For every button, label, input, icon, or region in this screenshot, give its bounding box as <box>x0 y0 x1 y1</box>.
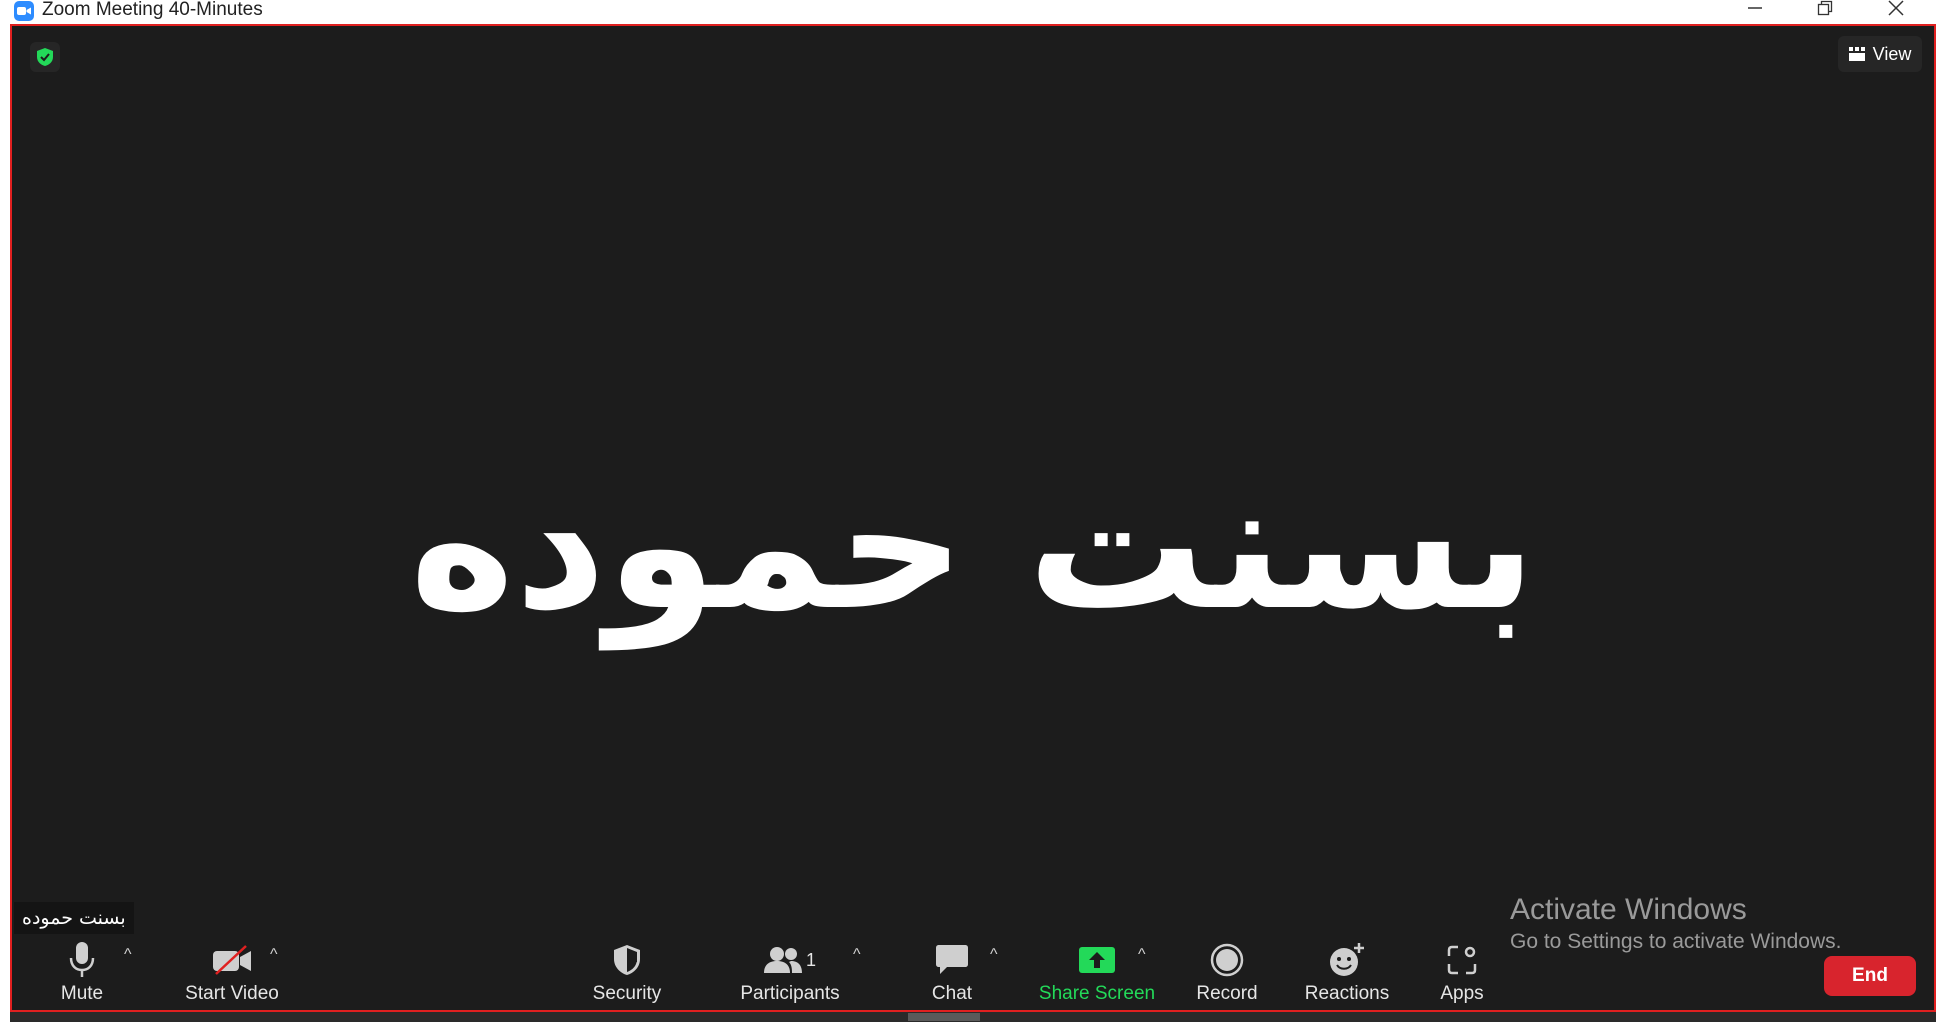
shield-icon <box>614 945 640 975</box>
microphone-icon <box>69 942 95 977</box>
participants-icon <box>763 947 802 973</box>
view-label: View <box>1872 43 1912 64</box>
chat-bubble-icon <box>936 945 968 974</box>
participants-count: 1 <box>805 949 816 970</box>
zoom-app-icon <box>14 1 34 21</box>
record-label: Record <box>1196 983 1258 1004</box>
chat-options-chevron-icon[interactable]: ^ <box>990 946 998 964</box>
reactions-label: Reactions <box>1304 983 1390 1004</box>
participants-button[interactable]: 1 Participants <box>730 940 850 1010</box>
apps-icon <box>1447 945 1477 975</box>
mute-button[interactable]: Mute <box>42 940 122 1010</box>
encryption-shield-icon[interactable] <box>30 42 60 72</box>
share-screen-icon <box>1079 947 1115 973</box>
chat-label: Chat <box>931 983 973 1004</box>
apps-label: Apps <box>1440 983 1484 1004</box>
title-bar: Zoom Meeting 40-Minutes <box>0 0 1942 24</box>
participants-options-chevron-icon[interactable]: ^ <box>853 946 861 964</box>
participant-display-name: بسنت حموده <box>409 442 1537 649</box>
mute-label: Mute <box>60 983 104 1004</box>
security-button[interactable]: Security <box>582 940 672 1010</box>
share-screen-label: Share Screen <box>1038 983 1156 1004</box>
audio-options-chevron-icon[interactable]: ^ <box>124 946 132 964</box>
video-off-icon <box>213 945 251 975</box>
reactions-button[interactable]: Reactions <box>1292 940 1402 1010</box>
maximize-button[interactable] <box>1795 0 1855 20</box>
security-label: Security <box>592 983 662 1004</box>
apps-button[interactable]: Apps <box>1422 940 1502 1010</box>
window-title: Zoom Meeting 40-Minutes <box>42 0 263 20</box>
record-button[interactable]: Record <box>1182 940 1272 1010</box>
share-options-chevron-icon[interactable]: ^ <box>1138 946 1146 964</box>
meeting-area: View بسنت حموده بسنت حموده Activate Wind… <box>10 24 1936 1012</box>
scroll-thumb[interactable] <box>908 1013 980 1021</box>
meeting-toolbar: Mute ^ Start Video ^ Security 1 Particip… <box>12 940 1934 1010</box>
grid-view-icon <box>1848 47 1865 61</box>
video-options-chevron-icon[interactable]: ^ <box>270 946 278 964</box>
close-button[interactable] <box>1866 0 1926 20</box>
view-button[interactable]: View <box>1838 36 1922 72</box>
watermark-line1: Activate Windows <box>1510 893 1747 926</box>
record-icon <box>1210 943 1244 977</box>
start-video-label: Start Video <box>185 983 279 1004</box>
emoji-reactions-icon <box>1330 943 1364 976</box>
participant-name-tag: بسنت حموده <box>14 902 134 934</box>
minimize-button[interactable] <box>1725 0 1785 20</box>
participants-label: Participants <box>740 983 840 1004</box>
chat-button[interactable]: Chat <box>912 940 992 1010</box>
